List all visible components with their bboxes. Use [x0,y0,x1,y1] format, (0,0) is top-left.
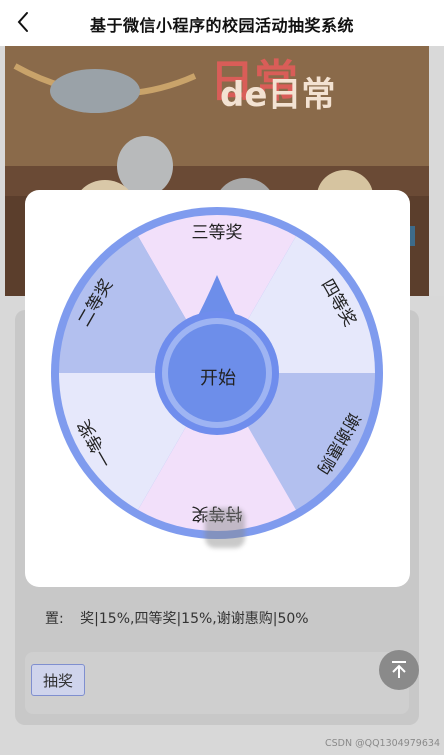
wheel-prize-label: 三等奖 [192,223,243,243]
config-label: 置: [45,611,64,627]
config-value: 奖|15%,四等奖|15%,谢谢惠购|50% [80,611,309,627]
draw-button[interactable]: 抽奖 [31,664,85,696]
arrow-up-icon [392,661,406,678]
start-button-core[interactable] [168,324,266,422]
banner-title-2: de日常 [220,75,335,115]
scroll-to-top-button[interactable] [379,650,419,690]
lottery-modal: 三等奖 四等奖 谢谢惠购 特等奖 一等奖 二等奖 开始 [25,190,410,587]
page-title: 基于微信小程序的校园活动抽奖系统 [89,16,354,35]
touch-indicator [205,508,245,548]
prize-config: 置: 奖|15%,四等奖|15%,谢谢惠购|50% [45,608,309,628]
watermark: CSDN @QQ1304979634 [324,738,440,749]
header-bar: 基于微信小程序的校园活动抽奖系统 [0,0,444,46]
